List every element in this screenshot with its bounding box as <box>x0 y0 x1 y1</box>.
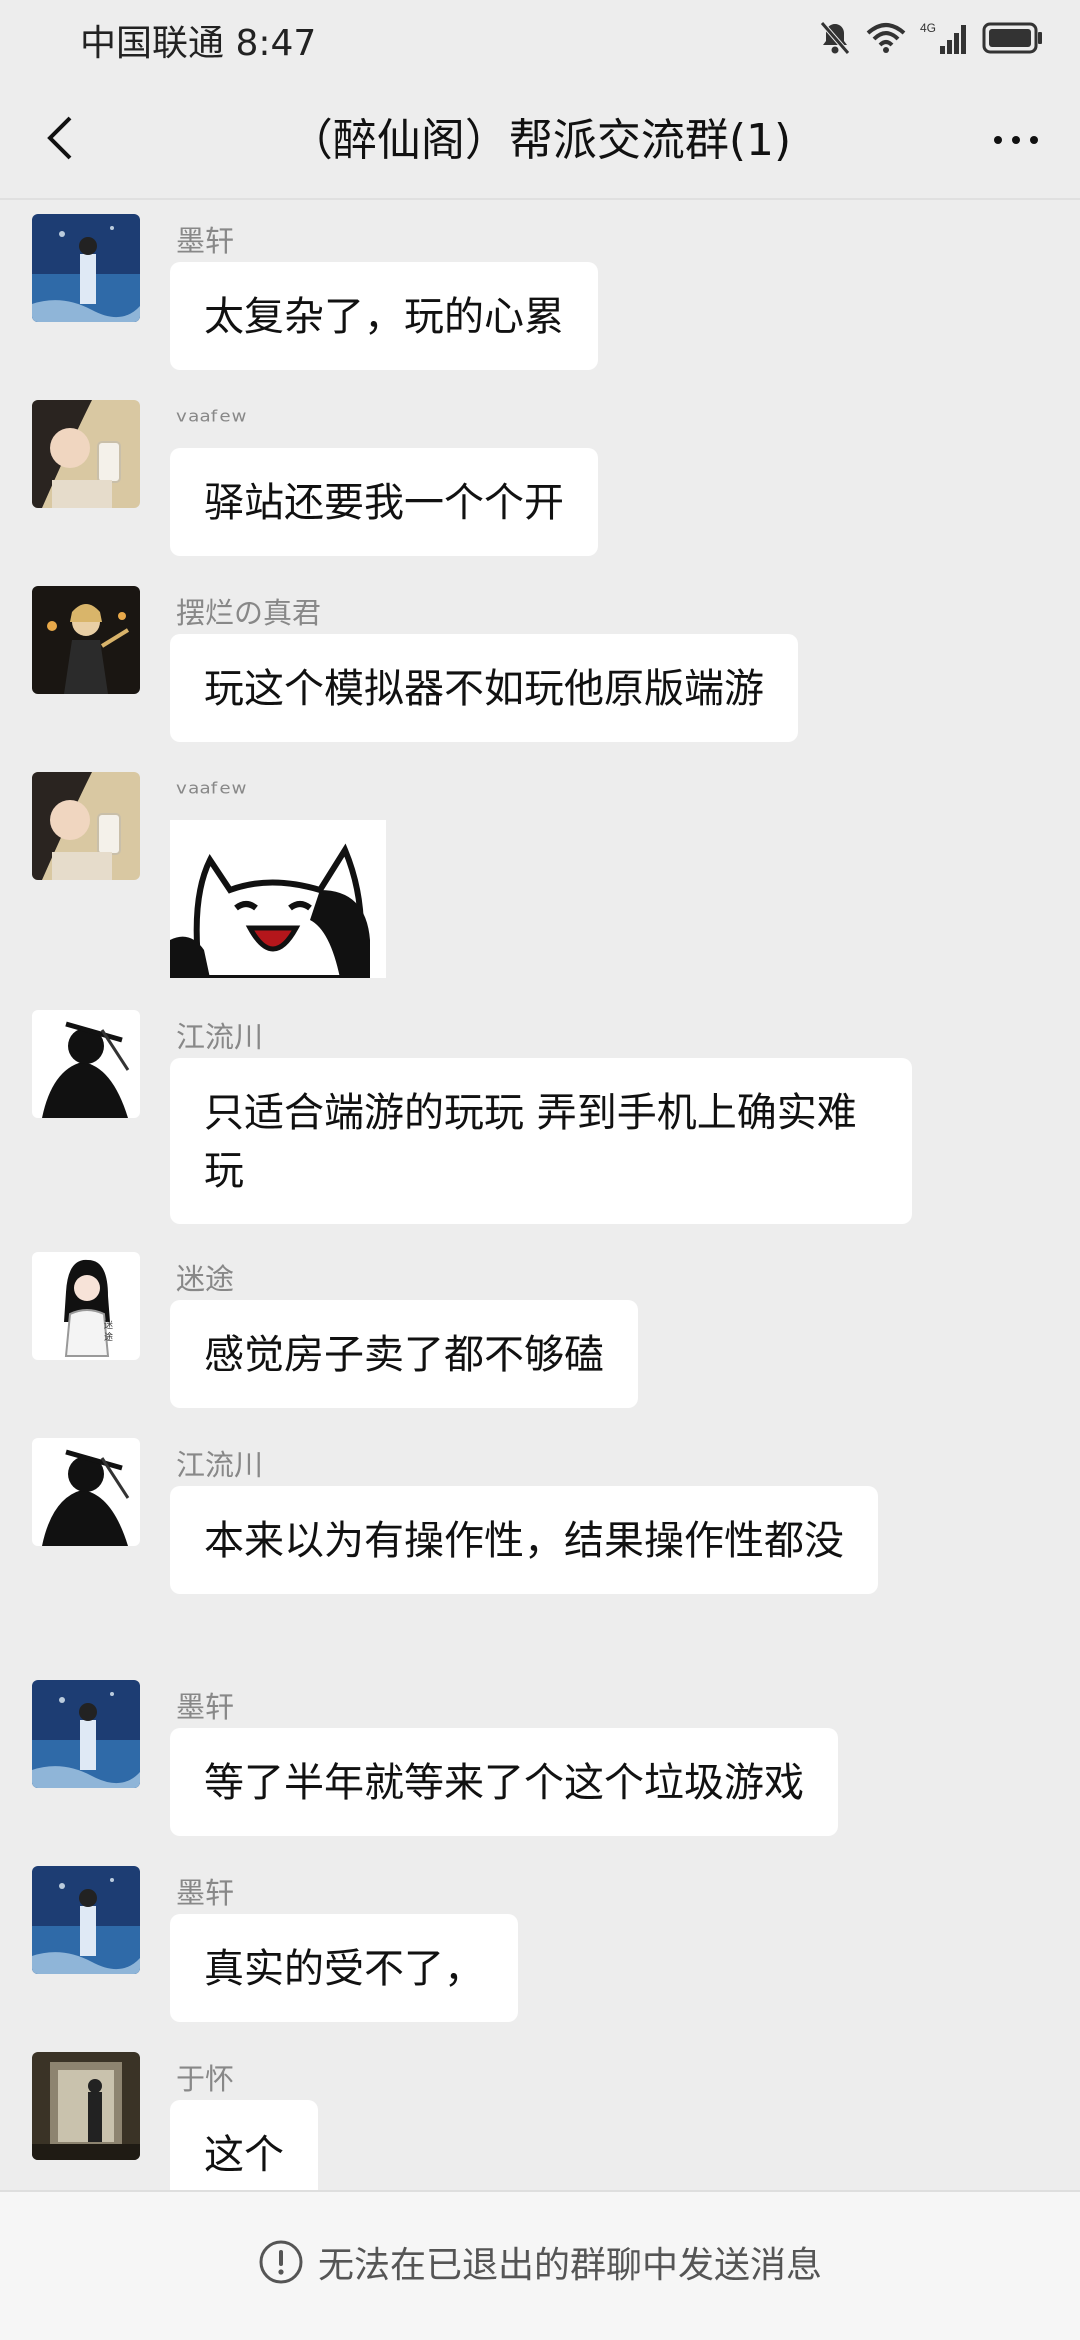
message-item: 墨轩 等了半年就等来了个这个垃圾游戏 <box>0 1666 1080 1852</box>
mute-bell-icon <box>820 21 850 55</box>
more-dot-icon <box>994 136 1002 144</box>
back-button[interactable] <box>30 108 90 168</box>
message-bubble[interactable]: 真实的受不了， <box>170 1914 518 2022</box>
disabled-notice: 无法在已退出的群聊中发送消息 <box>0 2236 1080 2288</box>
avatar-moxuan[interactable] <box>32 1866 140 1974</box>
message-bubble[interactable]: 本来以为有操作性，结果操作性都没 <box>170 1486 878 1594</box>
sender-name: 迷途 <box>176 1262 235 1296</box>
message-bubble[interactable]: 感觉房子卖了都不够磕 <box>170 1300 638 1408</box>
wifi-icon <box>866 23 906 53</box>
message-bubble[interactable]: 驿站还要我一个个开 <box>170 448 598 556</box>
avatar-jiangliuchuan[interactable] <box>32 1438 140 1546</box>
avatar-yuhuai[interactable] <box>32 2052 140 2160</box>
sender-name: ᵛᵃᵃᶠᵉʷ <box>176 776 247 810</box>
avatar-vaafew[interactable] <box>32 400 140 508</box>
message-item: ᵛᵃᵃᶠᵉʷ <box>0 758 1080 996</box>
svg-text:途: 途 <box>104 1331 113 1343</box>
input-disabled-bar: 无法在已退出的群聊中发送消息 <box>0 2190 1080 2340</box>
cat-sticker[interactable] <box>170 820 386 978</box>
svg-text:迷: 迷 <box>104 1319 113 1331</box>
message-item: 江流川 本来以为有操作性，结果操作性都没 <box>0 1424 1080 1666</box>
chat-title: （醉仙阁）帮派交流群(1) <box>288 115 792 166</box>
avatar-bailan-zhenjun[interactable] <box>32 586 140 694</box>
avatar-vaafew[interactable] <box>32 772 140 880</box>
sender-name: ᵛᵃᵃᶠᵉʷ <box>176 404 247 438</box>
status-bar: 中国联通 8:47 4G <box>0 0 1080 76</box>
message-item: 江流川 只适合端游的玩玩 弄到手机上确实难玩 <box>0 996 1080 1238</box>
sender-name: 墨轩 <box>176 1690 235 1724</box>
message-item: 墨轩 真实的受不了， <box>0 1852 1080 2038</box>
info-circle-icon <box>259 2240 303 2284</box>
sender-name: 摆烂の真君 <box>176 596 322 630</box>
more-options-button[interactable] <box>976 110 1056 170</box>
status-icons: 4G <box>818 18 1044 58</box>
message-item: 于怀 这个 <box>0 2038 1080 2190</box>
message-item: 摆烂の真君 玩这个模拟器不如玩他原版端游 <box>0 572 1080 758</box>
avatar-jiangliuchuan[interactable] <box>32 1010 140 1118</box>
message-bubble[interactable]: 等了半年就等来了个这个垃圾游戏 <box>170 1728 838 1836</box>
message-item: 墨轩 太复杂了，玩的心累 <box>0 200 1080 386</box>
sender-name: 江流川 <box>176 1020 264 1054</box>
message-item: 迷 途 迷途 感觉房子卖了都不够磕 <box>0 1238 1080 1424</box>
more-dot-icon <box>1030 136 1038 144</box>
avatar-mitu[interactable]: 迷 途 <box>32 1252 140 1360</box>
status-carrier-time: 中国联通 8:47 <box>80 23 317 64</box>
message-bubble[interactable]: 只适合端游的玩玩 弄到手机上确实难玩 <box>170 1058 912 1224</box>
message-bubble[interactable]: 太复杂了，玩的心累 <box>170 262 598 370</box>
message-list[interactable]: 墨轩 太复杂了，玩的心累 ᵛᵃᵃᶠᵉʷ 驿站还要我一个个开 摆烂の真君 玩这个模… <box>0 200 1080 2190</box>
message-bubble[interactable]: 这个 <box>170 2100 318 2190</box>
sender-name: 于怀 <box>176 2062 235 2096</box>
sender-name: 墨轩 <box>176 1876 235 1910</box>
more-dot-icon <box>1012 136 1020 144</box>
sender-name: 墨轩 <box>176 224 235 258</box>
sender-name: 江流川 <box>176 1448 264 1482</box>
avatar-moxuan[interactable] <box>32 214 140 322</box>
message-bubble[interactable]: 玩这个模拟器不如玩他原版端游 <box>170 634 798 742</box>
svg-text:4G: 4G <box>920 21 936 35</box>
signal-4g-icon: 4G <box>920 21 966 54</box>
chat-header: （醉仙阁）帮派交流群(1) <box>0 76 1080 200</box>
battery-icon <box>982 22 1042 54</box>
disabled-notice-text: 无法在已退出的群聊中发送消息 <box>317 2245 822 2286</box>
avatar-moxuan[interactable] <box>32 1680 140 1788</box>
message-item: ᵛᵃᵃᶠᵉʷ 驿站还要我一个个开 <box>0 386 1080 572</box>
chevron-left-icon <box>47 116 72 160</box>
